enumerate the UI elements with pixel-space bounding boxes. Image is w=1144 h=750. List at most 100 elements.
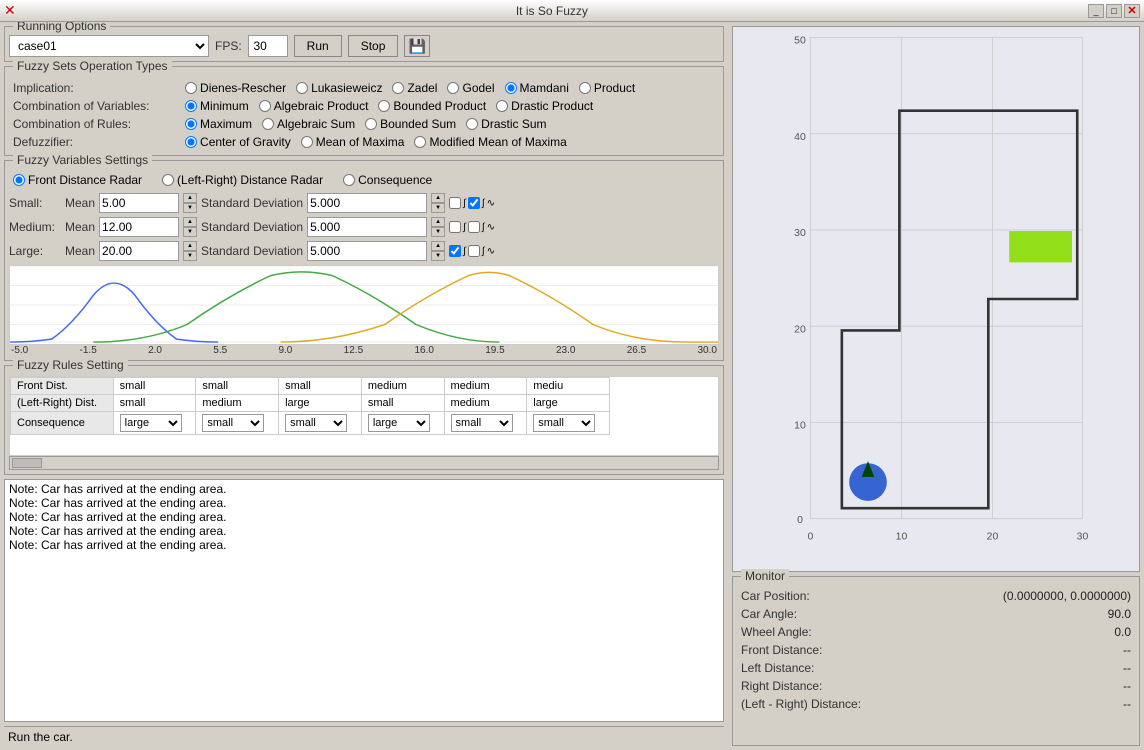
small-std-input[interactable] — [307, 193, 427, 213]
medium-mean-down[interactable]: ▼ — [183, 227, 197, 237]
imp-ma-radio[interactable] — [505, 82, 517, 94]
def-mmom-radio[interactable] — [414, 136, 426, 148]
cv-dp-radio[interactable] — [496, 100, 508, 112]
small-mean-input[interactable] — [99, 193, 179, 213]
imp-za-option[interactable]: Zadel — [392, 81, 437, 95]
imp-pr-radio[interactable] — [579, 82, 591, 94]
rules-r2-c5: smallmediumlarge — [444, 412, 527, 435]
close-icon: ✕ — [1127, 4, 1136, 17]
medium-mean-spinner[interactable]: ▲ ▼ — [183, 217, 197, 237]
medium-checks: ∫ ∫ ∿ — [449, 221, 495, 233]
var-cons-option[interactable]: Consequence — [343, 173, 432, 187]
monitor-box: Monitor Car Position: (0.0000000, 0.0000… — [732, 576, 1140, 746]
var-front-option[interactable]: Front Distance Radar — [13, 173, 142, 187]
medium-check2[interactable] — [468, 221, 480, 233]
case-select[interactable]: case01 case02 case03 — [9, 35, 209, 57]
combination-rules-row: Combination of Rules: Maximum Algebraic … — [9, 115, 719, 133]
consequence-select-1[interactable]: largesmallmedium — [120, 414, 182, 432]
rules-table-wrapper[interactable]: Front Dist. small small small medium med… — [9, 376, 719, 456]
cr-as-radio[interactable] — [262, 118, 274, 130]
var-front-radio[interactable] — [13, 174, 25, 186]
large-std-spinner[interactable]: ▲ ▼ — [431, 241, 445, 261]
medium-std-input[interactable] — [307, 217, 427, 237]
large-wave-icon: ∿ — [487, 246, 495, 257]
combination-vars-row: Combination of Variables: Minimum Algebr… — [9, 97, 719, 115]
large-std-input[interactable] — [307, 241, 427, 261]
log-area[interactable]: Note: Car has arrived at the ending area… — [4, 479, 724, 722]
large-check1[interactable] — [449, 245, 461, 257]
cr-ds-radio[interactable] — [466, 118, 478, 130]
medium-check1[interactable] — [449, 221, 461, 233]
cv-min-radio[interactable] — [185, 100, 197, 112]
cr-max-radio[interactable] — [185, 118, 197, 130]
large-std-up[interactable]: ▲ — [431, 241, 445, 251]
medium-mean-input[interactable] — [99, 217, 179, 237]
imp-lk-option[interactable]: Lukasieweicz — [296, 81, 382, 95]
consequence-select-6[interactable]: smallmediumlarge — [533, 414, 595, 432]
var-lr-option[interactable]: (Left-Right) Distance Radar — [162, 173, 323, 187]
cv-bp-radio[interactable] — [378, 100, 390, 112]
consequence-select-4[interactable]: largesmallmedium — [368, 414, 430, 432]
imp-ma-option[interactable]: Mamdani — [505, 81, 569, 95]
consequence-select-2[interactable]: smallmediumlarge — [202, 414, 264, 432]
imp-dr-radio[interactable] — [185, 82, 197, 94]
rules-r1-label: (Left-Right) Dist. — [11, 395, 114, 412]
maximize-button[interactable]: □ — [1106, 4, 1122, 18]
large-check2[interactable] — [468, 245, 480, 257]
cv-min-option[interactable]: Minimum — [185, 99, 249, 113]
imp-go-radio[interactable] — [447, 82, 459, 94]
stop-button[interactable]: Stop — [348, 35, 399, 57]
small-mean-spinner[interactable]: ▲ ▼ — [183, 193, 197, 213]
var-cons-radio[interactable] — [343, 174, 355, 186]
imp-pr-option[interactable]: Product — [579, 81, 635, 95]
run-button[interactable]: Run — [294, 35, 342, 57]
cr-max-option[interactable]: Maximum — [185, 117, 252, 131]
imp-go-option[interactable]: Godel — [447, 81, 494, 95]
large-mean-input[interactable] — [99, 241, 179, 261]
consequence-select-5[interactable]: smallmediumlarge — [451, 414, 513, 432]
cr-as-option[interactable]: Algebraic Sum — [262, 117, 355, 131]
minimize-button[interactable]: _ — [1088, 4, 1104, 18]
medium-mean-up[interactable]: ▲ — [183, 217, 197, 227]
close-button[interactable]: ✕ — [1124, 4, 1140, 18]
large-mean-spinner[interactable]: ▲ ▼ — [183, 241, 197, 261]
var-lr-radio[interactable] — [162, 174, 174, 186]
cv-ap-option[interactable]: Algebraic Product — [259, 99, 369, 113]
small-check1[interactable] — [449, 197, 461, 209]
large-mean-up[interactable]: ▲ — [183, 241, 197, 251]
horizontal-scrollbar[interactable] — [9, 456, 719, 470]
cr-ds-option[interactable]: Drastic Sum — [466, 117, 546, 131]
small-std-spinner[interactable]: ▲ ▼ — [431, 193, 445, 213]
small-std-down[interactable]: ▼ — [431, 203, 445, 213]
cv-bp-option[interactable]: Bounded Product — [378, 99, 486, 113]
def-mom-radio[interactable] — [301, 136, 313, 148]
small-std-label: Standard Deviation — [201, 196, 303, 210]
def-cog-radio[interactable] — [185, 136, 197, 148]
imp-lk-radio[interactable] — [296, 82, 308, 94]
imp-za-radio[interactable] — [392, 82, 404, 94]
fuzzy-vars-title: Fuzzy Variables Settings — [13, 153, 152, 167]
medium-std-up[interactable]: ▲ — [431, 217, 445, 227]
x-label-9: 26.5 — [627, 345, 646, 356]
def-mom-option[interactable]: Mean of Maxima — [301, 135, 405, 149]
x-label-7: 19.5 — [485, 345, 504, 356]
def-cog-option[interactable]: Center of Gravity — [185, 135, 291, 149]
scrollbar-thumb[interactable] — [12, 458, 42, 468]
small-check2[interactable] — [468, 197, 480, 209]
cr-bs-option[interactable]: Bounded Sum — [365, 117, 456, 131]
large-std-down[interactable]: ▼ — [431, 251, 445, 261]
consequence-select-3[interactable]: smallmediumlarge — [285, 414, 347, 432]
small-mean-up[interactable]: ▲ — [183, 193, 197, 203]
cr-bs-radio[interactable] — [365, 118, 377, 130]
cv-ap-radio[interactable] — [259, 100, 271, 112]
imp-dr-option[interactable]: Dienes-Rescher — [185, 81, 286, 95]
cv-dp-option[interactable]: Drastic Product — [496, 99, 593, 113]
large-mean-down[interactable]: ▼ — [183, 251, 197, 261]
save-button[interactable]: 💾 — [404, 35, 430, 57]
medium-std-down[interactable]: ▼ — [431, 227, 445, 237]
fps-input[interactable] — [248, 35, 288, 57]
def-mmom-option[interactable]: Modified Mean of Maxima — [414, 135, 566, 149]
small-std-up[interactable]: ▲ — [431, 193, 445, 203]
medium-std-spinner[interactable]: ▲ ▼ — [431, 217, 445, 237]
small-mean-down[interactable]: ▼ — [183, 203, 197, 213]
